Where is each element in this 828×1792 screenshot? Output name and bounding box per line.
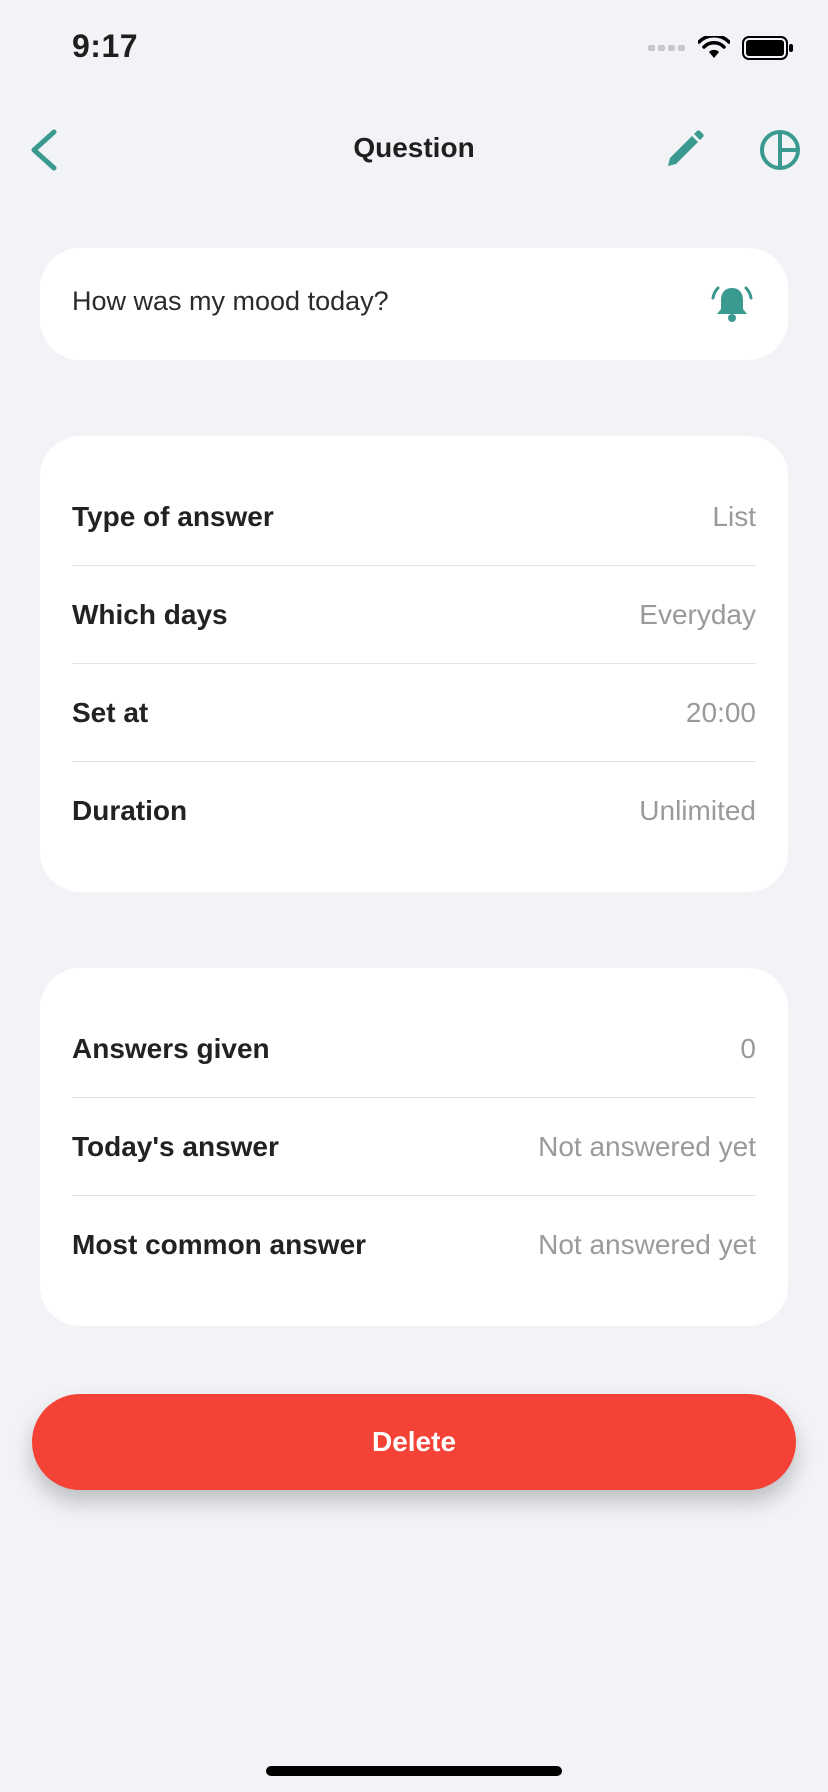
battery-icon (742, 36, 793, 60)
row-label: Duration (72, 794, 188, 826)
row-value: Unlimited (639, 794, 756, 826)
detail-row-duration[interactable]: Duration Unlimited (72, 762, 756, 859)
detail-row-set-at[interactable]: Set at 20:00 (72, 664, 756, 762)
row-value: 20:00 (685, 696, 756, 728)
pencil-icon[interactable] (662, 128, 706, 172)
stat-row-most-common-answer: Most common answer Not answered yet (72, 1196, 756, 1293)
delete-button[interactable]: Delete (32, 1394, 796, 1490)
status-time: 9:17 (72, 28, 139, 64)
row-value: Everyday (639, 598, 756, 630)
stats-card: Answers given 0 Today's answer Not answe… (40, 968, 788, 1326)
row-label: Type of answer (72, 500, 274, 532)
nav-bar: Question (0, 110, 828, 190)
details-card: Type of answer List Which days Everyday … (40, 436, 788, 892)
detail-row-which-days[interactable]: Which days Everyday (72, 566, 756, 664)
bell-ringing-icon[interactable] (710, 282, 754, 326)
row-label: Answers given (72, 1032, 270, 1064)
row-label: Today's answer (72, 1130, 279, 1162)
row-label: Which days (72, 598, 228, 630)
status-icons (648, 36, 794, 60)
row-value: Not answered yet (538, 1228, 756, 1260)
stat-row-todays-answer: Today's answer Not answered yet (72, 1098, 756, 1196)
detail-row-type-of-answer[interactable]: Type of answer List (72, 468, 756, 566)
row-label: Most common answer (72, 1228, 367, 1260)
stat-row-answers-given: Answers given 0 (72, 1000, 756, 1098)
row-value: 0 (740, 1032, 756, 1064)
home-indicator[interactable] (266, 1766, 562, 1776)
question-text: How was my mood today? (72, 286, 389, 316)
pie-chart-icon[interactable] (758, 128, 802, 172)
row-value: List (712, 500, 756, 532)
status-bar: 9:17 (0, 0, 828, 100)
row-label: Set at (72, 696, 149, 728)
wifi-icon (698, 36, 730, 58)
signal-icon (648, 45, 685, 51)
row-value: Not answered yet (538, 1130, 756, 1162)
question-card[interactable]: How was my mood today? (40, 248, 788, 360)
